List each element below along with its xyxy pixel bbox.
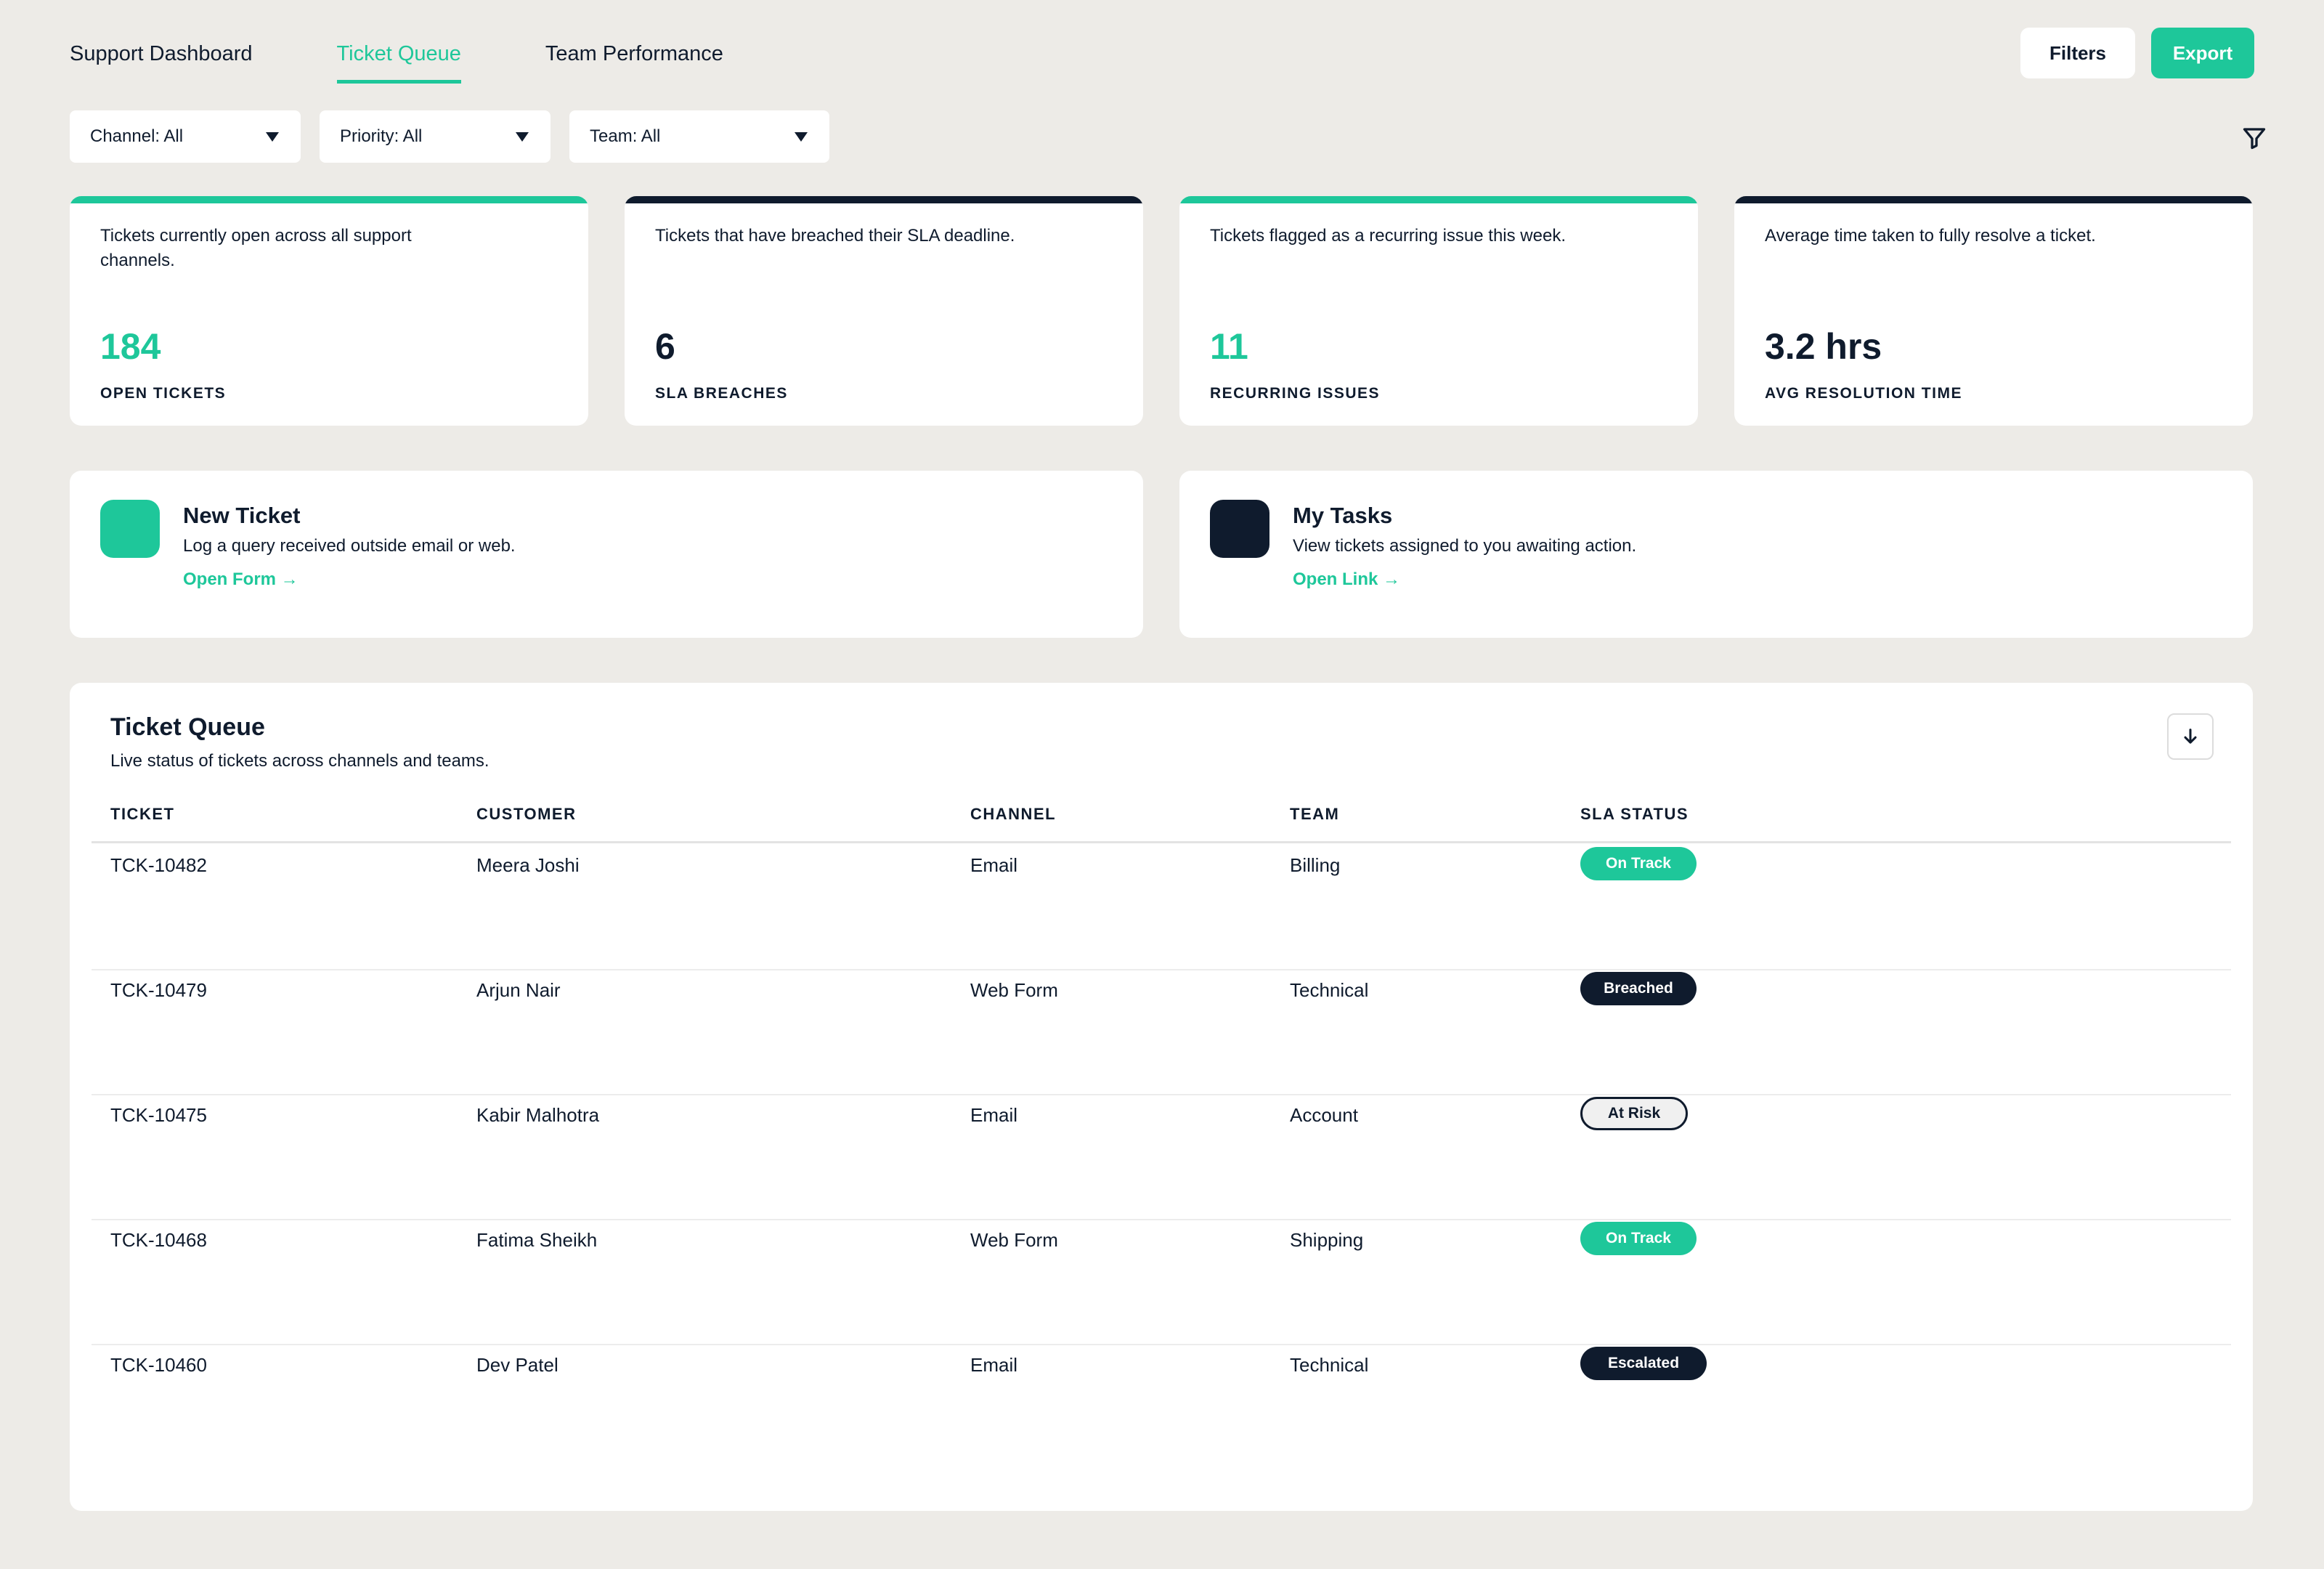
table-header: TICKET CUSTOMER CHANNEL TEAM SLA STATUS	[110, 805, 2231, 828]
priority-select-value: Priority: All	[340, 126, 423, 146]
stat-value: 184	[100, 326, 161, 367]
channel: Web Form	[970, 979, 1058, 1001]
open-link-link[interactable]: Open Link →	[1293, 569, 1400, 590]
chevron-down-icon	[516, 131, 529, 142]
my-tasks-icon	[1210, 500, 1269, 558]
my-tasks-card: My Tasks View tickets assigned to you aw…	[1179, 471, 2253, 638]
team: Account	[1290, 1104, 1358, 1126]
stat-accent-bar	[1734, 196, 2253, 203]
action-title: My Tasks	[1293, 503, 1393, 528]
panel-subtitle: Live status of tickets across channels a…	[110, 751, 489, 771]
table-row[interactable]: TCK-10475 Kabir Malhotra Email Account A…	[92, 1094, 2231, 1220]
team-select[interactable]: Team: All	[569, 110, 829, 163]
table-row[interactable]: TCK-10482 Meera Joshi Email Billing On T…	[92, 844, 2231, 970]
ticket-queue-panel: Ticket Queue Live status of tickets acro…	[70, 683, 2253, 1511]
stat-accent-bar	[625, 196, 1143, 203]
customer-name: Kabir Malhotra	[476, 1104, 600, 1126]
stats-row: Tickets currently open across all suppor…	[70, 196, 2253, 426]
table-row[interactable]: TCK-10460 Dev Patel Email Technical Esca…	[92, 1344, 2231, 1469]
channel: Email	[970, 1354, 1018, 1376]
status-badge: At Risk	[1580, 1097, 1688, 1130]
team: Technical	[1290, 1354, 1369, 1376]
tab-ticket-queue[interactable]: Ticket Queue	[336, 35, 461, 84]
chevron-down-icon	[795, 131, 808, 142]
column-header-team[interactable]: TEAM	[1290, 805, 1339, 824]
customer-name: Dev Patel	[476, 1354, 558, 1376]
stat-label: SLA BREACHES	[655, 385, 788, 402]
stat-card-sla-breaches: Tickets that have breached their SLA dea…	[625, 196, 1143, 426]
team-select-value: Team: All	[590, 126, 661, 146]
ticket-id: TCK-10475	[110, 1104, 207, 1126]
export-button[interactable]: Export	[2151, 28, 2254, 78]
arrow-down-icon	[2184, 729, 2197, 744]
tab-team-performance[interactable]: Team Performance	[545, 35, 723, 80]
ticket-id: TCK-10468	[110, 1229, 207, 1251]
stat-card-avg-resolution: Average time taken to fully resolve a ti…	[1734, 196, 2253, 426]
column-header-sla-status[interactable]: SLA STATUS	[1580, 805, 1689, 824]
customer-name: Fatima Sheikh	[476, 1229, 598, 1251]
customer-name: Meera Joshi	[476, 854, 580, 876]
status-badge: Escalated	[1580, 1347, 1707, 1380]
stat-description: Average time taken to fully resolve a ti…	[1765, 226, 2096, 246]
stat-description: Tickets currently open across all suppor…	[100, 226, 412, 270]
channel-select-value: Channel: All	[90, 126, 184, 146]
customer-name: Arjun Nair	[476, 979, 561, 1001]
channel: Email	[970, 1104, 1018, 1126]
action-title: New Ticket	[183, 503, 301, 528]
priority-select[interactable]: Priority: All	[320, 110, 550, 163]
top-actions: Filters Export	[2020, 28, 2254, 78]
table-row[interactable]: TCK-10468 Fatima Sheikh Web Form Shippin…	[92, 1219, 2231, 1345]
team: Billing	[1290, 854, 1341, 876]
ticket-id: TCK-10460	[110, 1354, 207, 1376]
stat-label: OPEN TICKETS	[100, 385, 227, 402]
top-nav: Support Dashboard Ticket Queue Team Perf…	[70, 35, 808, 84]
channel: Email	[970, 854, 1018, 876]
table-row[interactable]: TCK-10479 Arjun Nair Web Form Technical …	[92, 969, 2231, 1095]
stat-label: AVG RESOLUTION TIME	[1765, 385, 1962, 402]
filters-button[interactable]: Filters	[2020, 28, 2135, 78]
funnel-icon[interactable]	[2241, 125, 2267, 151]
stat-card-recurring-issues: Tickets flagged as a recurring issue thi…	[1179, 196, 1698, 426]
stat-value: 3.2 hrs	[1765, 326, 1882, 367]
column-header-customer[interactable]: CUSTOMER	[476, 805, 577, 824]
ticket-id: TCK-10479	[110, 979, 207, 1001]
action-subtitle: Log a query received outside email or we…	[183, 536, 516, 556]
stat-label: RECURRING ISSUES	[1210, 385, 1381, 402]
stat-accent-bar	[1179, 196, 1698, 203]
stat-description: Tickets flagged as a recurring issue thi…	[1210, 226, 1566, 246]
new-ticket-icon	[100, 500, 160, 558]
quick-actions: New Ticket Log a query received outside …	[70, 471, 2253, 638]
status-badge: Breached	[1580, 972, 1697, 1005]
stat-value: 11	[1210, 326, 1248, 367]
status-badge: On Track	[1580, 847, 1697, 880]
column-header-channel[interactable]: CHANNEL	[970, 805, 1056, 824]
status-badge: On Track	[1580, 1222, 1697, 1255]
header-divider	[92, 841, 2231, 843]
tab-support-dashboard[interactable]: Support Dashboard	[70, 35, 253, 80]
channel-select[interactable]: Channel: All	[70, 110, 301, 163]
filter-bar: Channel: All Priority: All Team: All	[70, 110, 829, 163]
stat-card-open-tickets: Tickets currently open across all suppor…	[70, 196, 588, 426]
download-button[interactable]	[2167, 713, 2214, 760]
column-header-ticket[interactable]: TICKET	[110, 805, 174, 824]
chevron-down-icon	[266, 131, 279, 142]
stat-description: Tickets that have breached their SLA dea…	[655, 226, 1015, 246]
team: Shipping	[1290, 1229, 1364, 1251]
channel: Web Form	[970, 1229, 1058, 1251]
panel-title: Ticket Queue	[110, 713, 265, 741]
open-form-link[interactable]: Open Form →	[183, 569, 298, 590]
stat-accent-bar	[70, 196, 588, 203]
new-ticket-card: New Ticket Log a query received outside …	[70, 471, 1143, 638]
stat-value: 6	[655, 326, 675, 367]
team: Technical	[1290, 979, 1369, 1001]
action-subtitle: View tickets assigned to you awaiting ac…	[1293, 536, 1637, 556]
ticket-id: TCK-10482	[110, 854, 207, 876]
